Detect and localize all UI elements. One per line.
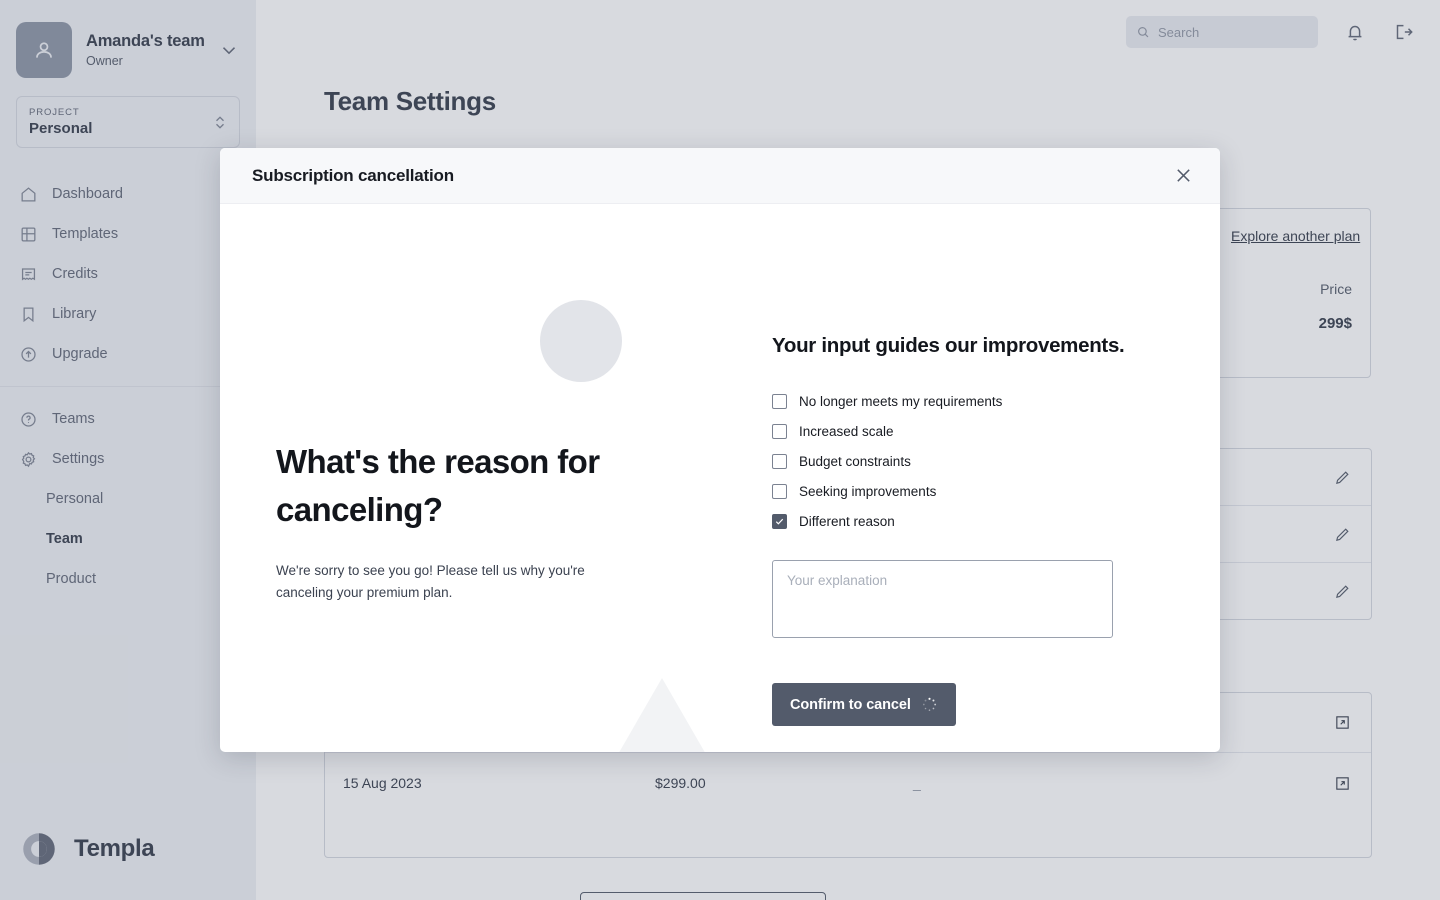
explanation-textarea[interactable] [772,560,1113,638]
option-increased-scale[interactable]: Increased scale [772,416,1220,446]
close-icon [1176,169,1190,182]
option-label: No longer meets my requirements [799,393,1003,409]
confirm-to-cancel-button[interactable]: Confirm to cancel [772,683,956,726]
modal-body: What's the reason for canceling? We're s… [220,204,1220,752]
modal-title: Subscription cancellation [252,165,454,185]
modal-right-panel: Your input guides our improvements. No l… [772,204,1220,752]
option-label: Budget constraints [799,453,911,469]
modal-heading: What's the reason for canceling? [276,443,600,528]
option-seeking-improvements[interactable]: Seeking improvements [772,476,1220,506]
checkbox[interactable] [772,483,787,499]
decorative-triangle [602,678,722,752]
checkbox[interactable] [772,423,787,439]
subscription-cancellation-modal: Subscription cancellation What's the rea… [220,148,1220,752]
checkbox[interactable] [772,393,787,409]
modal-left-panel: What's the reason for canceling? We're s… [220,204,772,752]
option-label: Seeking improvements [799,483,937,499]
checkbox[interactable] [772,453,787,469]
option-budget-constraints[interactable]: Budget constraints [772,446,1220,476]
option-label: Different reason [799,513,895,529]
option-label: Increased scale [799,423,894,439]
confirm-button-label: Confirm to cancel [790,696,911,713]
option-different-reason[interactable]: Different reason [772,506,1220,536]
modal-header: Subscription cancellation [220,148,1220,204]
option-no-longer-meets-requirements[interactable]: No longer meets my requirements [772,386,1220,416]
close-button[interactable] [1168,161,1198,191]
loading-spinner-icon [922,697,936,711]
checkbox[interactable] [772,513,787,529]
app-root: Amanda's team Owner PROJECT Personal Das… [0,0,1440,900]
cancellation-reason-options: No longer meets my requirements Increase… [772,386,1220,536]
modal-description: We're sorry to see you go! Please tell u… [276,563,585,600]
decorative-circle [540,300,622,382]
check-icon [775,518,784,525]
modal-right-heading: Your input guides our improvements. [772,334,1125,357]
